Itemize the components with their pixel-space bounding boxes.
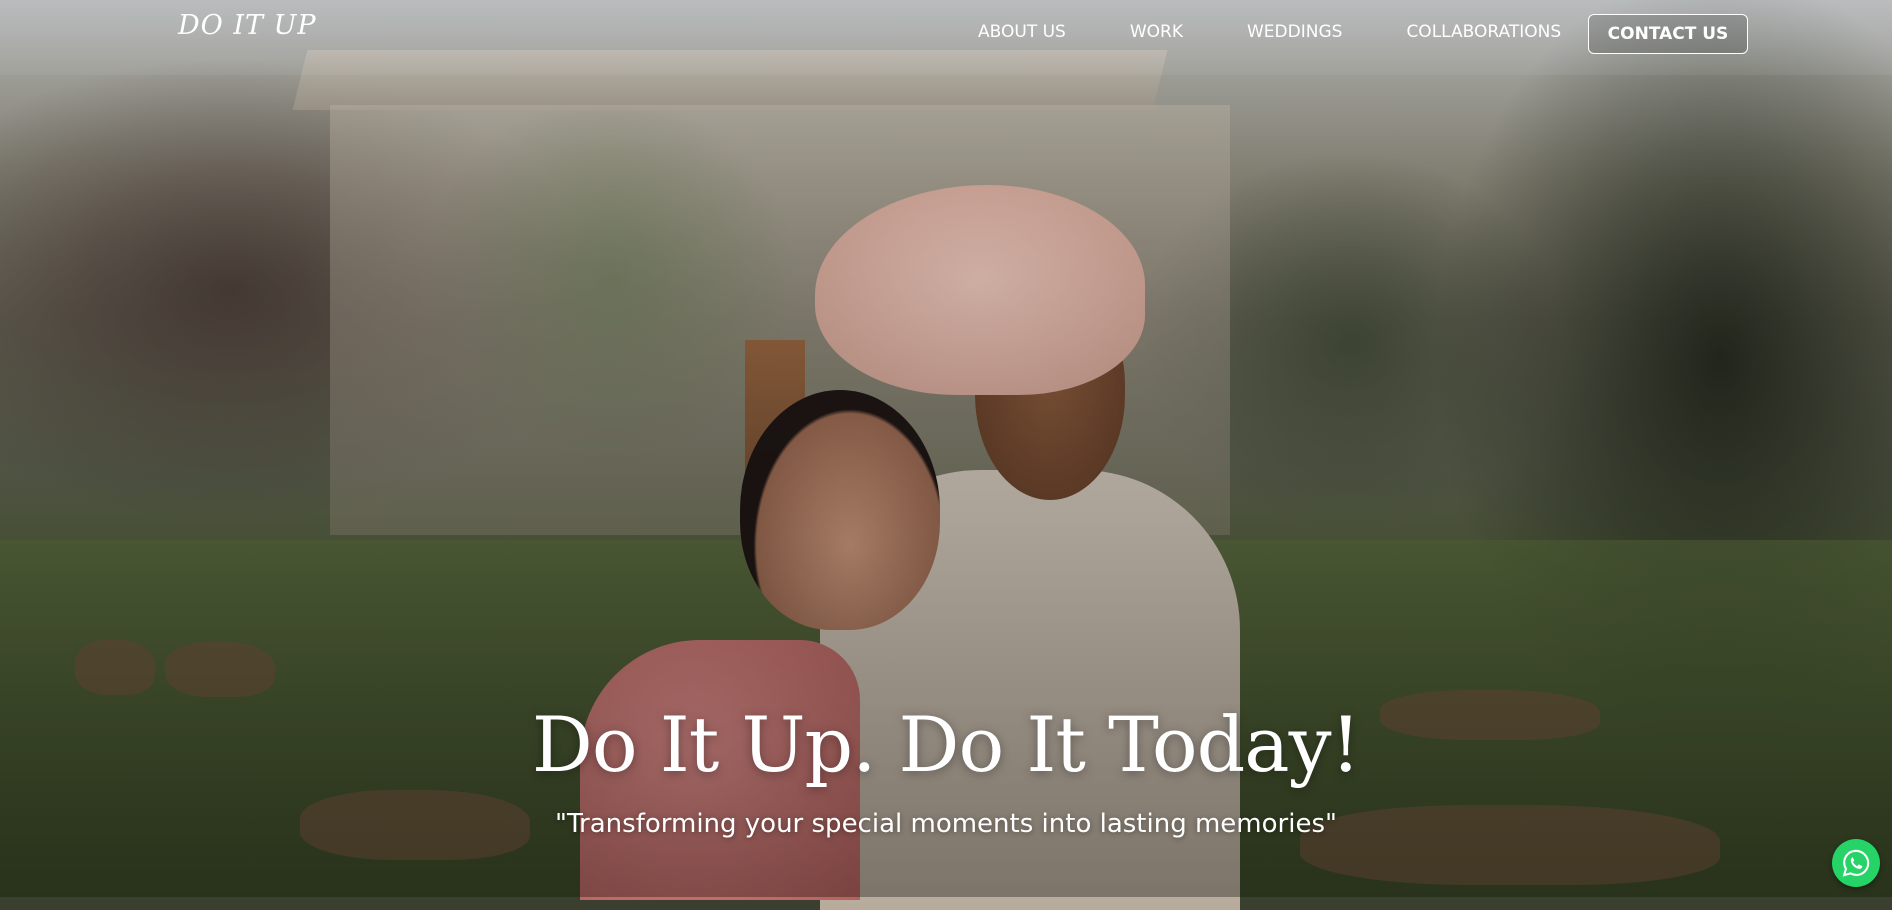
whatsapp-button[interactable]	[1832, 839, 1880, 887]
site-logo[interactable]: DO IT UP	[178, 10, 317, 41]
nav-item-work[interactable]: WORK	[1130, 22, 1183, 42]
whatsapp-icon	[1842, 849, 1870, 877]
nav-item-weddings[interactable]: WEDDINGS	[1247, 22, 1342, 42]
contact-us-button[interactable]: CONTACT US	[1588, 14, 1748, 54]
nav-item-about-us[interactable]: ABOUT US	[978, 22, 1066, 42]
hero-tagline: "Transforming your special moments into …	[555, 809, 1337, 839]
nav-menu: ABOUT US WORK WEDDINGS COLLABORATIONS	[978, 22, 1625, 42]
hero-title: Do It Up. Do It Today!	[531, 700, 1361, 789]
nav-item-collaborations[interactable]: COLLABORATIONS	[1406, 22, 1561, 42]
